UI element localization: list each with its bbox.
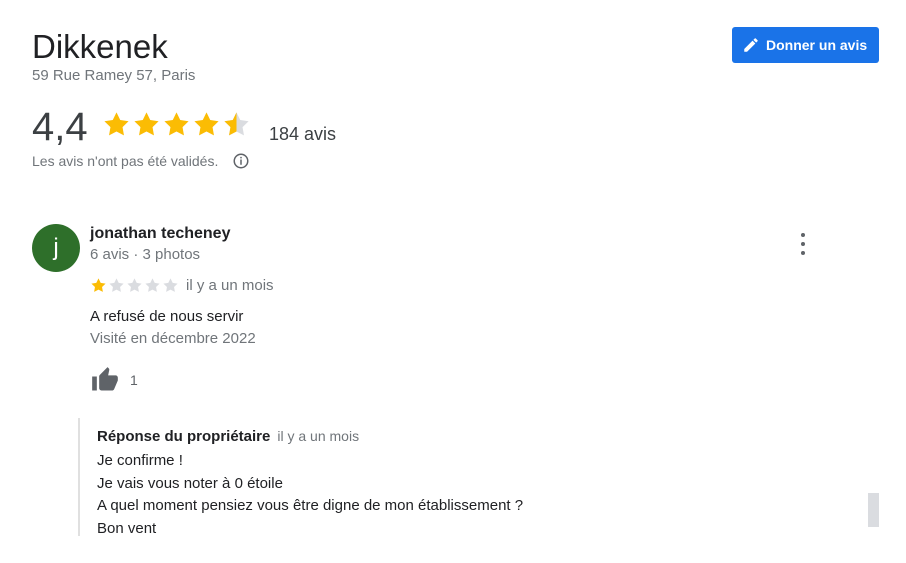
empty-star-icon <box>145 278 160 292</box>
write-review-button[interactable]: Donner un avis <box>732 27 879 63</box>
write-review-label: Donner un avis <box>766 37 868 53</box>
star-icon <box>104 112 129 136</box>
review-stars <box>90 277 180 294</box>
not-validated-text: Les avis n'ont pas été validés. <box>32 153 219 169</box>
reviewer-name[interactable]: jonathan techeney <box>90 225 230 243</box>
owner-response-time: il y a un mois <box>277 428 360 444</box>
review-text: A refusé de nous servir <box>90 308 244 325</box>
empty-star-icon <box>127 278 142 292</box>
more-options-icon[interactable] <box>793 233 813 255</box>
star-icon <box>194 112 219 136</box>
reviews-not-validated-notice: Les avis n'ont pas été validés. <box>32 152 250 170</box>
empty-star-icon <box>109 278 124 292</box>
thumbs-up-icon <box>92 367 118 391</box>
place-address: 59 Rue Ramey 57, Paris <box>32 67 196 84</box>
visited-date: Visité en décembre 2022 <box>90 330 256 347</box>
empty-star-icon <box>163 278 178 292</box>
avatar[interactable]: j <box>32 224 80 272</box>
review-time: il y a un mois <box>186 277 274 294</box>
review-count[interactable]: 184 avis <box>269 124 336 145</box>
owner-response-line: Bon vent <box>97 519 157 537</box>
owner-response-line: Je vais vous noter à 0 étoile <box>97 474 283 492</box>
like-button[interactable]: 1 <box>90 366 138 394</box>
owner-response-divider <box>78 418 80 536</box>
star-icon <box>164 112 189 136</box>
owner-response-line: A quel moment pensiez vous être digne de… <box>97 497 524 514</box>
like-count: 1 <box>130 372 138 388</box>
owner-response-text: Je confirme ! Je vais vous noter à 0 éto… <box>97 450 523 540</box>
pencil-icon <box>744 38 758 52</box>
owner-response-line: Je confirme ! <box>97 452 183 469</box>
owner-response-header: Réponse du propriétaire il y a un mois <box>97 428 359 445</box>
rating-value: 4,4 <box>32 105 88 149</box>
info-icon[interactable] <box>232 152 250 170</box>
owner-response-label: Réponse du propriétaire <box>97 428 271 445</box>
star-icon <box>134 112 159 136</box>
reviewer-meta: 6 avis · 3 photos <box>90 246 201 263</box>
star-icon <box>91 278 106 292</box>
rating-stars <box>102 110 252 139</box>
scrollbar-thumb[interactable] <box>868 493 879 527</box>
half-star-icon <box>224 112 249 136</box>
place-title: Dikkenek <box>32 28 168 65</box>
